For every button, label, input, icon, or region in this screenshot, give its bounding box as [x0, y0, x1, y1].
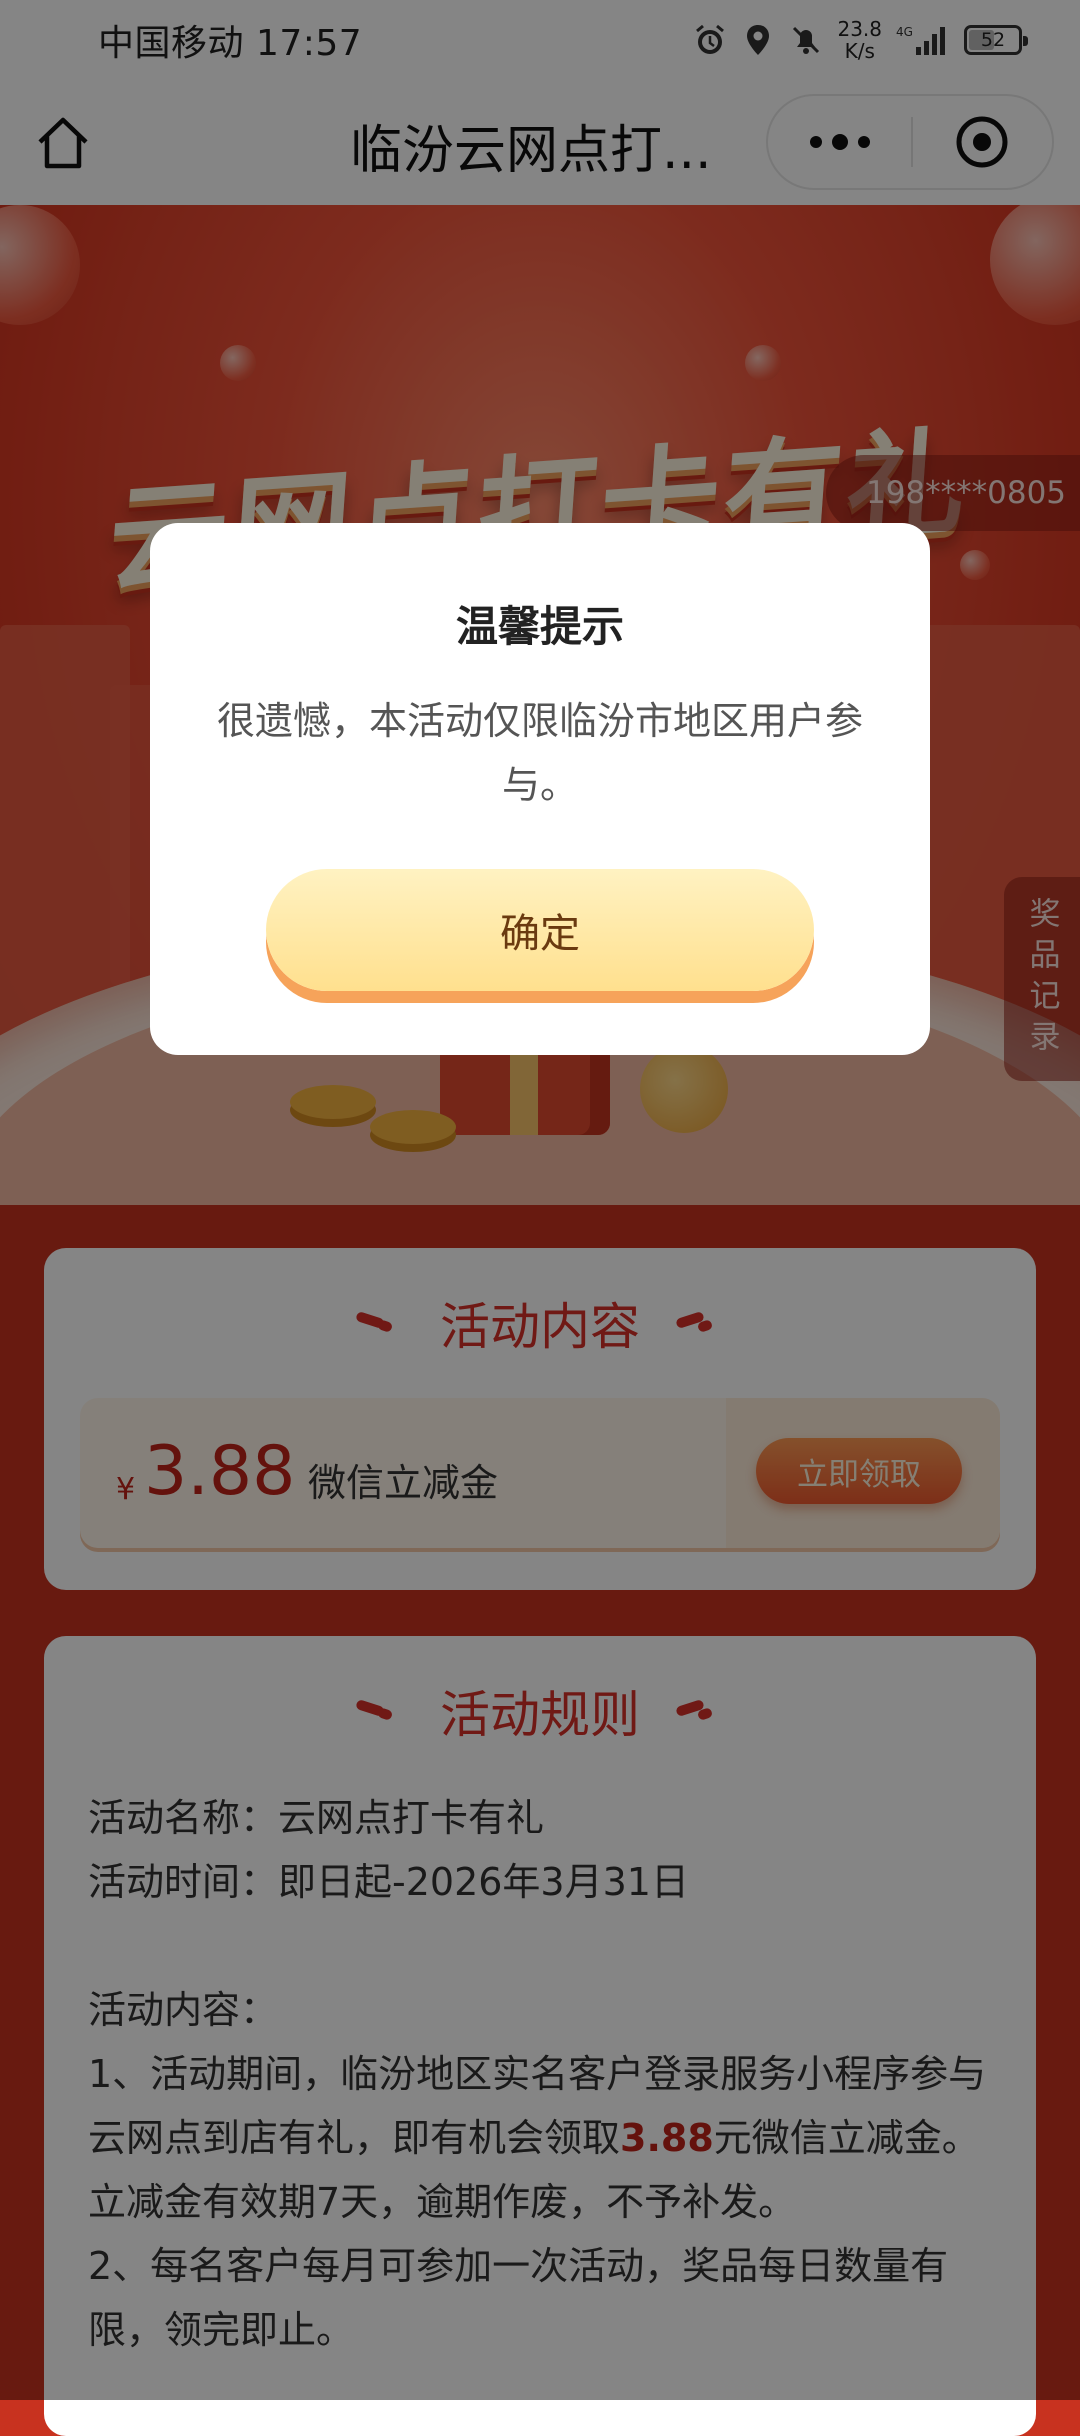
dialog-title: 温馨提示 — [455, 602, 624, 651]
confirm-button[interactable]: 确定 — [266, 869, 814, 991]
notice-dialog: 温馨提示 很遗憾，本活动仅限临汾市地区用户参与。 确定 — [150, 523, 930, 1055]
modal-overlay[interactable] — [0, 0, 1080, 2400]
dialog-message: 很遗憾，本活动仅限临汾市地区用户参与。 — [216, 699, 863, 807]
